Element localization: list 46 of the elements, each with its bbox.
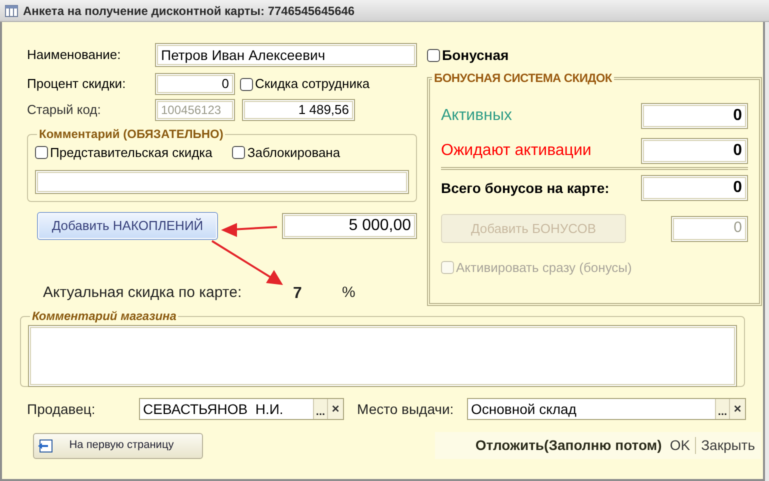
input-field[interactable]: 0: [155, 73, 235, 95]
window-title: Анкета на получение дисконтной карты: 7746545645646: [23, 2, 355, 20]
comment-field[interactable]: [28, 325, 737, 387]
checkbox[interactable]: [232, 146, 246, 160]
checkbox-label: Представительская скидка: [50, 144, 212, 162]
arrow-drawing: [211, 240, 283, 285]
input-field[interactable]: 0: [641, 103, 748, 129]
arrow-drawing: [221, 223, 278, 237]
select-button[interactable]: ...: [715, 399, 729, 419]
add-savings-button[interactable]: Добавить НАКОПЛЕНИЙ: [37, 212, 218, 240]
actual-discount-value: 7: [293, 284, 303, 304]
field-label: Процент скидки:: [27, 75, 127, 94]
first-page-button[interactable]: На первую страницу: [33, 432, 203, 458]
percent-sign: %: [342, 283, 356, 304]
select-button[interactable]: ...: [313, 399, 327, 419]
table-icon: [5, 4, 18, 16]
toolbar-button[interactable]: OK: [670, 435, 690, 456]
lookup-field[interactable]: СЕВАСТЬЯНОВ Н.И. ... ×: [139, 398, 344, 420]
input-field[interactable]: 0: [641, 175, 748, 201]
field-label: Старый код:: [27, 101, 102, 120]
group-title: БОНУСНАЯ СИСТЕМА СКИДОК: [433, 70, 613, 87]
checkbox-label: Бонусная: [442, 46, 509, 65]
checkbox[interactable]: [427, 48, 440, 62]
toolbar-button[interactable]: Закрыть: [701, 435, 755, 456]
field-label: Наименование:: [27, 46, 122, 64]
input-field[interactable]: Петров Иван Алексеевич: [155, 43, 417, 67]
checkbox[interactable]: [35, 146, 48, 160]
bonus-label: Ожидают активации: [441, 141, 592, 161]
clear-button[interactable]: ×: [327, 399, 343, 419]
checkbox-label: Активировать сразу (бонусы): [456, 259, 632, 277]
group-title: Комментарий магазина: [31, 308, 178, 325]
group-title: Комментарий (ОБЯЗАТЕЛЬНО): [38, 126, 224, 143]
actual-discount-label: Актуальная скидка по карте:: [43, 283, 243, 304]
input-field[interactable]: 5 000,00: [282, 212, 417, 238]
checkbox-label: Скидка сотрудника: [255, 75, 370, 94]
bonus-label: Активных: [441, 106, 513, 126]
input-field[interactable]: 0: [641, 138, 748, 164]
field-label: Продавец:: [27, 400, 96, 419]
bonus-label: Всего бонусов на карте:: [441, 178, 610, 198]
checkbox[interactable]: [240, 78, 253, 90]
field-label: Место выдачи:: [357, 400, 455, 419]
clear-button[interactable]: ×: [729, 399, 745, 419]
lookup-field[interactable]: Основной склад ... ×: [467, 398, 746, 420]
checkbox-label: Заблокирована: [247, 144, 340, 162]
toolbar-button[interactable]: Отложить(Заполню потом): [475, 435, 662, 456]
input-field[interactable]: [35, 170, 409, 194]
